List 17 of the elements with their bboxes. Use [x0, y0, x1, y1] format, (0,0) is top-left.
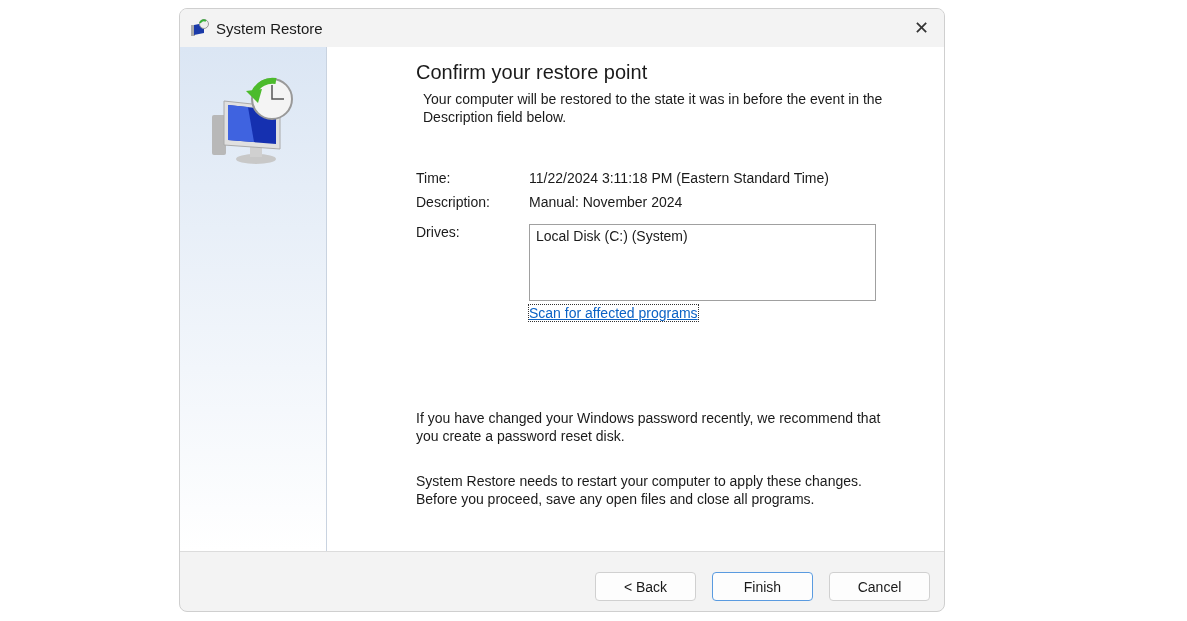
field-label: Time:	[416, 169, 452, 188]
dialog-button[interactable]: Finish	[712, 572, 813, 601]
page-heading: Confirm your restore point	[416, 61, 649, 84]
dialog-button[interactable]: < Back	[595, 572, 696, 601]
note-text: System Restore needs to restart your computer to apply these changes. Before you proceed, save any open files and close all programs.	[416, 472, 863, 508]
field-label: Description:	[416, 193, 491, 212]
note-text: If you have changed your Windows password recently, we recommend that you create a password reset disk.	[416, 409, 882, 445]
list-item[interactable]: Local Disk (C:) (System)	[536, 228, 869, 244]
field-label: Drives:	[416, 224, 461, 242]
window-title: System Restore	[216, 19, 324, 37]
field-value: Manual: November 2024	[529, 193, 683, 212]
intro-text: Your computer will be restored to the state it was in before the event in the Description field below.	[423, 90, 884, 126]
scan-link[interactable]: Scan for affected programs	[529, 305, 698, 321]
field-value: 11/22/2024 3:11:18 PM (Eastern Standard Time)	[529, 169, 829, 188]
close-button[interactable]: ✕	[898, 9, 944, 47]
dialog-button[interactable]: Cancel	[829, 572, 930, 601]
system-restore-icon	[190, 18, 209, 38]
